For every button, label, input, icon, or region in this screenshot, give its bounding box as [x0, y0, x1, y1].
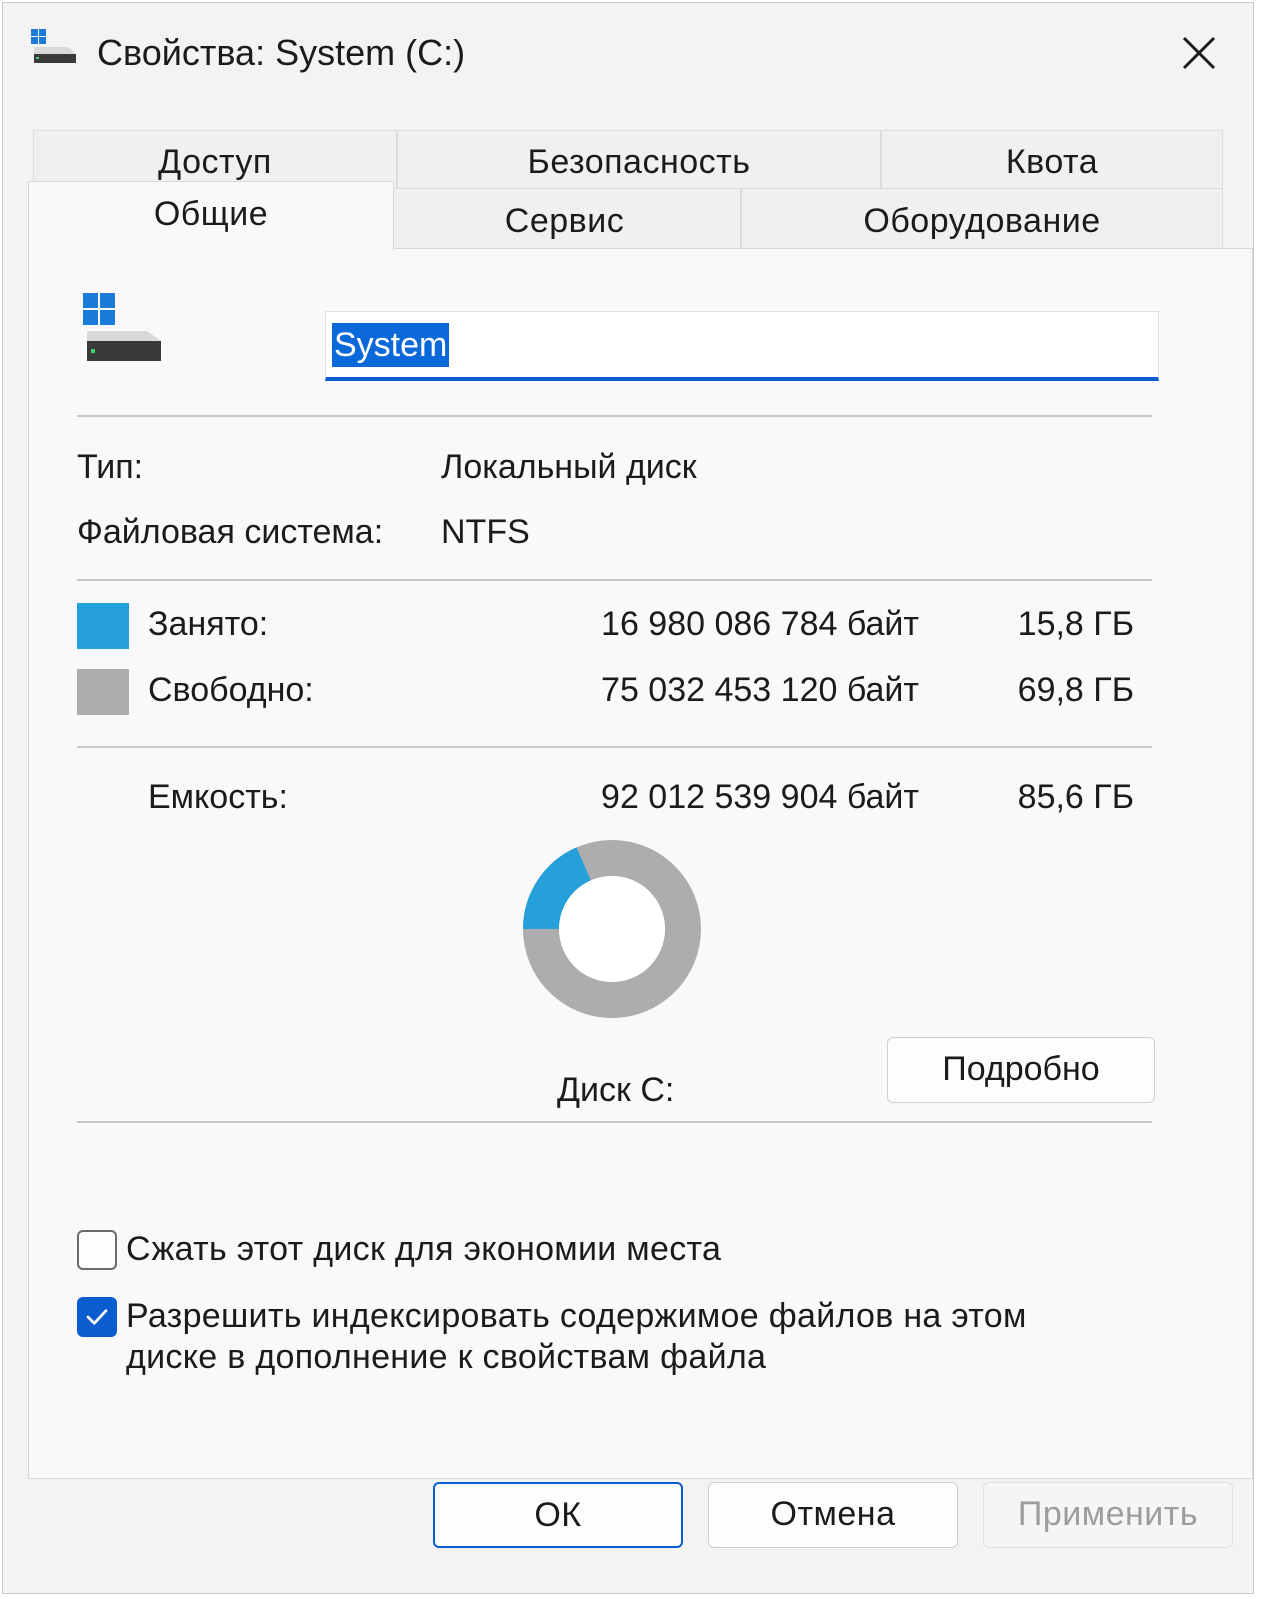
- index-checkbox[interactable]: [77, 1297, 117, 1337]
- drive-name-input[interactable]: System: [325, 311, 1159, 381]
- filesystem-value: NTFS: [441, 513, 530, 551]
- type-label: Тип:: [77, 448, 144, 486]
- free-color-swatch: [77, 669, 129, 715]
- drive-icon: [31, 29, 76, 63]
- free-bytes: 75 032 453 120 байт: [601, 671, 919, 709]
- apply-button[interactable]: Применить: [983, 1482, 1233, 1548]
- used-color-swatch: [77, 603, 129, 649]
- tab-quota[interactable]: Квота: [881, 130, 1223, 188]
- tab-security[interactable]: Безопасность: [397, 130, 881, 188]
- filesystem-label: Файловая система:: [77, 513, 384, 551]
- window-title: Свойства: System (C:): [97, 32, 466, 73]
- capacity-bytes: 92 012 539 904 байт: [601, 778, 919, 816]
- checkmark-icon: [86, 1309, 108, 1325]
- details-button[interactable]: Подробно: [887, 1037, 1155, 1103]
- divider: [77, 1121, 1152, 1123]
- ok-button[interactable]: ОК: [433, 1482, 683, 1548]
- capacity-size: 85,6 ГБ: [1017, 778, 1134, 816]
- divider: [77, 579, 1152, 581]
- tab-hardware[interactable]: Оборудование: [741, 188, 1223, 248]
- donut-hole: [559, 876, 665, 982]
- properties-dialog: Свойства: System (C:) Доступ Безопасност…: [2, 2, 1254, 1594]
- general-panel: System Тип: Локальный диск Файловая сист…: [28, 248, 1253, 1479]
- capacity-label: Емкость:: [148, 778, 288, 816]
- index-label-line2[interactable]: диске в дополнение к свойствам файла: [126, 1336, 766, 1378]
- divider: [77, 415, 1152, 417]
- drive-name-value: System: [332, 322, 450, 367]
- used-size: 15,8 ГБ: [1017, 605, 1134, 643]
- disk-label: Диск C:: [557, 1071, 675, 1109]
- used-bytes: 16 980 086 784 байт: [601, 605, 919, 643]
- divider: [77, 746, 1152, 748]
- tab-tools[interactable]: Сервис: [388, 188, 741, 248]
- used-label: Занято:: [148, 605, 269, 643]
- disk-usage-donut: [523, 840, 701, 1018]
- type-value: Локальный диск: [441, 448, 697, 486]
- index-label-line1[interactable]: Разрешить индексировать содержимое файло…: [126, 1295, 1027, 1337]
- drive-icon: [83, 293, 161, 361]
- tab-general[interactable]: Общие: [28, 181, 394, 251]
- free-size: 69,8 ГБ: [1017, 671, 1134, 709]
- free-label: Свободно:: [148, 671, 314, 709]
- compress-checkbox[interactable]: [77, 1230, 117, 1270]
- tab-access[interactable]: Доступ: [33, 130, 397, 188]
- title-bar[interactable]: Свойства: System (C:): [3, 3, 1253, 103]
- close-icon[interactable]: [1171, 25, 1227, 81]
- cancel-button[interactable]: Отмена: [708, 1482, 958, 1548]
- compress-label[interactable]: Сжать этот диск для экономии места: [126, 1228, 721, 1270]
